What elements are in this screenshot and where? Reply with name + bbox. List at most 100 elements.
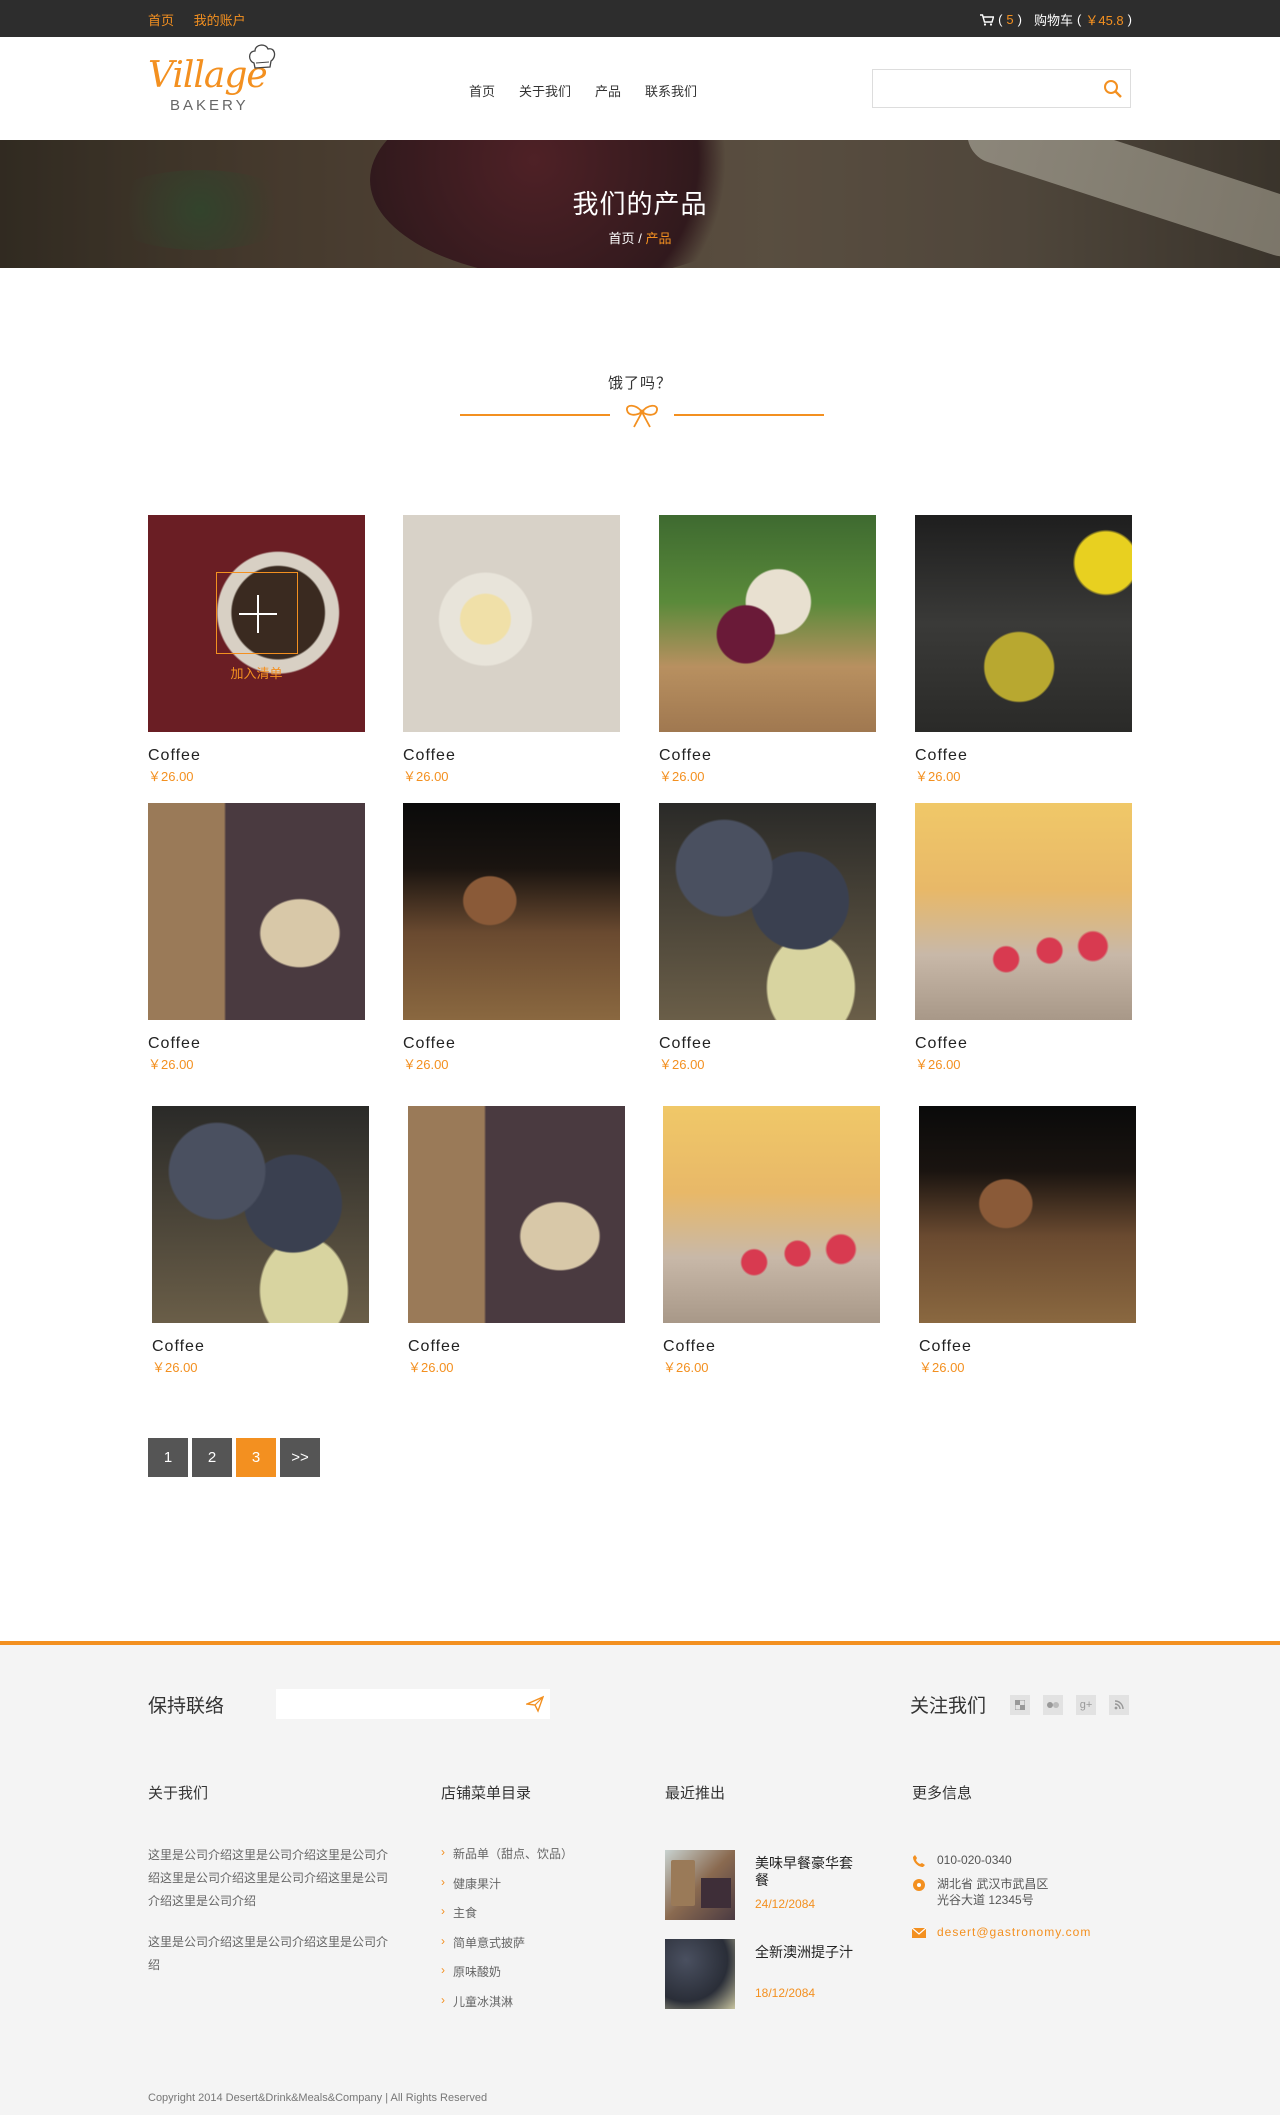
page-2[interactable]: 2 (192, 1438, 232, 1477)
copyright: Copyright 2014 Desert&Drink&Meals&Compan… (148, 2092, 488, 2104)
cart-summary[interactable]: ( 5 ) 购物车 ( ￥45.8 ) (980, 10, 1132, 29)
product-image[interactable] (659, 803, 876, 1020)
product-card[interactable]: Coffee ￥26.00 (403, 803, 620, 1073)
product-image[interactable] (152, 1106, 369, 1323)
recent-post[interactable]: 全新澳洲提子汁 18/12/2084 (665, 1939, 865, 2009)
product-price: ￥26.00 (403, 769, 449, 784)
product-name[interactable]: Coffee (915, 747, 1132, 765)
chevron-right-icon: › (441, 1845, 445, 1859)
footer-info-title: 更多信息 (912, 1785, 973, 1802)
product-card[interactable]: Coffee ￥26.00 (919, 1106, 1136, 1376)
chevron-right-icon: › (441, 1992, 445, 2007)
search-input[interactable] (873, 70, 1083, 107)
top-link-account[interactable]: 我的账户 (194, 13, 246, 28)
product-name[interactable]: Coffee (663, 1338, 880, 1356)
breadcrumb-home[interactable]: 首页 (609, 231, 635, 246)
delicious-icon[interactable] (1010, 1695, 1030, 1715)
product-name[interactable]: Coffee (659, 747, 876, 765)
chevron-right-icon: › (441, 1904, 445, 1918)
footer-menu-item[interactable]: › 主食 (441, 1904, 573, 1934)
flickr-icon[interactable] (1043, 1695, 1063, 1715)
google-plus-icon[interactable]: g+ (1076, 1695, 1096, 1715)
product-card[interactable]: Coffee ￥26.00 (659, 803, 876, 1073)
footer-menu-item[interactable]: › 儿童冰淇淋 (441, 1993, 573, 2023)
product-name[interactable]: Coffee (403, 1035, 620, 1053)
footer-menu-item[interactable]: › 原味酸奶 (441, 1963, 573, 1993)
product-image[interactable] (659, 515, 876, 732)
product-card[interactable]: Coffee ￥26.00 (663, 1106, 880, 1376)
search-icon[interactable] (1102, 78, 1124, 100)
site-header: Village BAKERY 首页 关于我们 产品 联系我们 (0, 37, 1280, 140)
product-image[interactable] (919, 1106, 1136, 1323)
product-card[interactable]: Coffee ￥26.00 (915, 515, 1132, 785)
send-icon[interactable] (526, 1695, 544, 1713)
product-price: ￥26.00 (663, 1360, 709, 1375)
top-link-home[interactable]: 首页 (148, 13, 174, 28)
product-image[interactable] (915, 803, 1132, 1020)
recent-thumb-grapes (665, 1939, 735, 2009)
product-card[interactable]: Coffee ￥26.00 (403, 515, 620, 785)
page-3[interactable]: 3 (236, 1438, 276, 1477)
product-card[interactable]: Coffee ￥26.00 (408, 1106, 625, 1376)
newsletter-input[interactable] (276, 1689, 506, 1719)
recent-title: 美味早餐豪华套餐 (755, 1855, 853, 1888)
recent-date: 18/12/2084 (755, 1986, 816, 2000)
footer-contact-title: 保持联络 (148, 1696, 225, 1717)
product-name[interactable]: Coffee (148, 747, 365, 765)
product-image[interactable] (408, 1106, 625, 1323)
phone-icon (913, 1855, 925, 1867)
product-name[interactable]: Coffee (919, 1338, 1136, 1356)
nav-contact[interactable]: 联系我们 (645, 81, 697, 100)
logo-sub: BAKERY (170, 97, 249, 114)
page-banner: 我们的产品 首页 / 产品 (0, 140, 1280, 268)
page-next[interactable]: >> (280, 1438, 320, 1477)
chevron-right-icon: › (441, 1874, 445, 1889)
top-links: 首页 我的账户 (148, 10, 262, 29)
main-nav: 首页 关于我们 产品 联系我们 (469, 81, 697, 100)
product-image[interactable]: 加入清单 (148, 515, 365, 732)
cart-count: 5 (1006, 12, 1014, 27)
site-footer: 保持联络 关注我们 g+ 关于我们 店铺菜单目录 最近推出 更多信息 这里是公司… (0, 1641, 1280, 2115)
recent-post[interactable]: 美味早餐豪华套餐 24/12/2084 (665, 1850, 865, 1920)
add-to-list-button[interactable] (216, 572, 298, 654)
footer-recent-title: 最近推出 (665, 1785, 726, 1802)
product-price: ￥26.00 (408, 1360, 454, 1375)
product-card[interactable]: Coffee ￥26.00 (148, 803, 365, 1073)
product-image[interactable] (403, 803, 620, 1020)
product-card[interactable]: Coffee ￥26.00 (915, 803, 1132, 1073)
newsletter-box (276, 1689, 550, 1719)
product-name[interactable]: Coffee (915, 1035, 1132, 1053)
recent-date: 24/12/2084 (755, 1897, 816, 1911)
product-image[interactable] (915, 515, 1132, 732)
product-name[interactable]: Coffee (659, 1035, 876, 1053)
location-icon (913, 1879, 925, 1891)
footer-menu-item[interactable]: › 新品单（甜点、饮品） (441, 1845, 573, 1875)
product-image[interactable] (663, 1106, 880, 1323)
recent-title: 全新澳洲提子汁 (755, 1944, 853, 1960)
breadcrumb: 首页 / 产品 (608, 231, 672, 246)
product-price: ￥26.00 (915, 1057, 961, 1072)
product-price: ￥26.00 (148, 769, 194, 784)
product-price: ￥26.00 (659, 1057, 705, 1072)
footer-about-title: 关于我们 (148, 1785, 209, 1802)
product-card[interactable]: 加入清单 Coffee ￥26.00 (148, 515, 365, 785)
logo[interactable]: Village BAKERY (148, 44, 288, 127)
top-bar: 首页 我的账户 ( 5 ) 购物车 ( ￥45.8 ) (0, 0, 1280, 37)
product-name[interactable]: Coffee (148, 1035, 365, 1053)
product-image[interactable] (148, 803, 365, 1020)
product-card[interactable]: Coffee ￥26.00 (659, 515, 876, 785)
nav-about[interactable]: 关于我们 (519, 81, 571, 100)
footer-menu-item[interactable]: › 简单意式披萨 (441, 1934, 573, 1964)
nav-home[interactable]: 首页 (469, 81, 495, 100)
rss-icon[interactable] (1109, 1695, 1129, 1715)
product-name[interactable]: Coffee (152, 1338, 369, 1356)
product-image[interactable] (403, 515, 620, 732)
footer-menu-item[interactable]: › 健康果汁 (441, 1875, 573, 1905)
product-name[interactable]: Coffee (408, 1338, 625, 1356)
page-1[interactable]: 1 (148, 1438, 188, 1477)
product-name[interactable]: Coffee (403, 747, 620, 765)
section-divider (460, 400, 824, 430)
product-card[interactable]: Coffee ￥26.00 (152, 1106, 369, 1376)
nav-products[interactable]: 产品 (595, 81, 621, 100)
pagination: 1 2 3 >> (148, 1438, 320, 1477)
